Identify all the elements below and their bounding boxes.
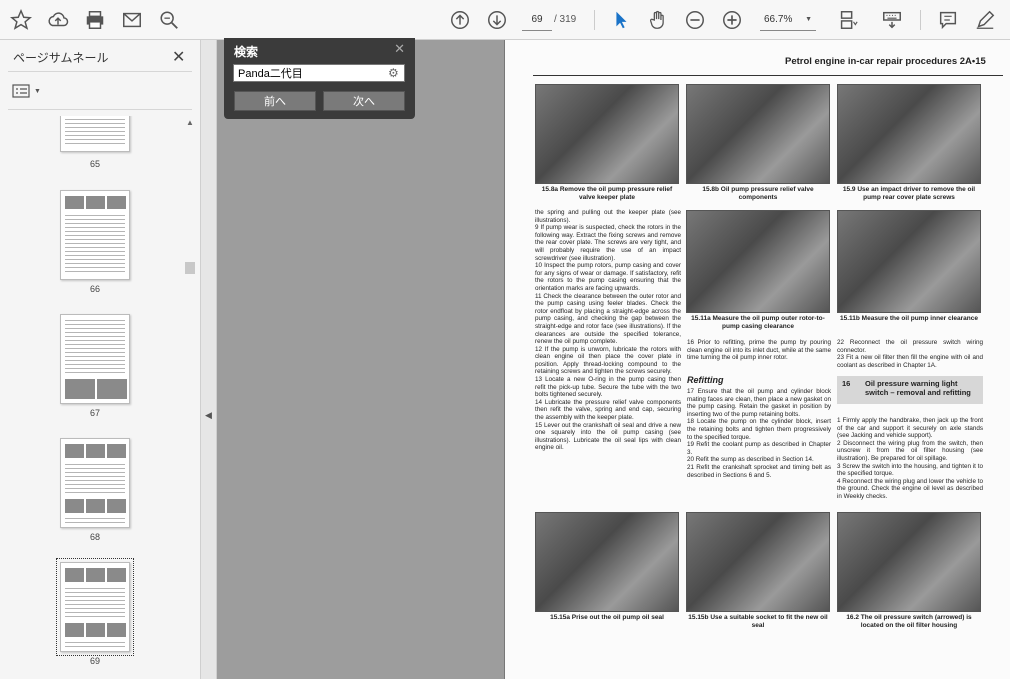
- thumbnail-options-button[interactable]: ▼: [12, 84, 41, 98]
- thumbnail-label: 67: [89, 408, 100, 418]
- thumbnail-label: 69: [89, 656, 100, 666]
- find-panel: 検索 ✕ ⚙ 前へ 次へ: [224, 38, 415, 119]
- photo-caption: 15.8a Remove the oil pump pressure relie…: [541, 186, 673, 201]
- photo-15-8b: [686, 84, 830, 184]
- chevron-down-icon: ▼: [805, 16, 812, 23]
- thumbnail-page-67[interactable]: [60, 314, 130, 404]
- scrollbar-thumb[interactable]: [185, 262, 195, 274]
- collapse-panel-icon[interactable]: ◀: [205, 410, 212, 421]
- document-page: Petrol engine in-car repair procedures 2…: [504, 40, 1010, 679]
- photo-caption: 15.11a Measure the oil pump outer rotor-…: [691, 315, 825, 330]
- scroll-up-icon[interactable]: ▲: [186, 118, 194, 127]
- list-options-icon: [12, 84, 30, 98]
- photo-15-15b: [686, 512, 830, 612]
- thumbnail-panel: ページサムネール ✕ ▼ 65 66 67 68 69 ▲: [0, 40, 201, 679]
- thumbnail-page-69[interactable]: [56, 558, 134, 656]
- section-title: Oil pressure warning light switch – remo…: [865, 379, 971, 397]
- body-text-column-2b: 17 Ensure that the oil pump and cylinder…: [687, 388, 831, 479]
- photo-caption: 15.15b Use a suitable socket to fit the …: [688, 614, 828, 629]
- chevron-down-icon: ▼: [34, 87, 41, 95]
- header-rule: [533, 75, 1003, 76]
- section-number: 16: [842, 379, 851, 388]
- upload-cloud-icon[interactable]: [44, 6, 72, 34]
- page-display-icon[interactable]: [834, 6, 862, 34]
- photo-15-11b: [837, 210, 981, 313]
- select-cursor-icon[interactable]: [607, 6, 635, 34]
- body-text-column-3a: 22 Reconnect the oil pressure switch wir…: [837, 339, 983, 369]
- thumbnail-list: 65 66 67 68 69: [8, 116, 184, 679]
- photo-caption: 15.11b Measure the oil pump inner cleara…: [840, 315, 978, 322]
- zoom-in-icon[interactable]: [718, 6, 746, 34]
- page-number-input[interactable]: [522, 9, 552, 31]
- next-page-icon[interactable]: [483, 6, 511, 34]
- thumbnail-label: 65: [89, 159, 100, 169]
- zoom-out-icon[interactable]: [681, 6, 709, 34]
- refitting-heading: Refitting: [687, 375, 724, 385]
- page-total: / 319: [554, 14, 577, 25]
- thumbnail-page-66[interactable]: [60, 190, 130, 280]
- search-input[interactable]: [233, 64, 405, 82]
- body-text-column-3b: 1 Firmly apply the handbrake, then jack …: [837, 417, 983, 500]
- photo-caption: 15.15a Prise out the oil pump oil seal: [550, 614, 664, 621]
- thumbnail-page-68[interactable]: [60, 438, 130, 528]
- toolbar-divider: [920, 10, 921, 30]
- body-text-column-1: the spring and pulling out the keeper pl…: [535, 209, 681, 452]
- thumbnail-label: 68: [89, 532, 100, 542]
- photo-caption: 16.2 The oil pressure switch (arrowed) i…: [846, 614, 972, 629]
- previous-page-icon[interactable]: [446, 6, 474, 34]
- photo-16-2: [837, 512, 981, 612]
- comment-icon[interactable]: [934, 6, 962, 34]
- divider: [8, 109, 192, 110]
- photo-15-11a: [686, 210, 830, 313]
- keyboard-icon[interactable]: [878, 6, 906, 34]
- previous-result-button[interactable]: 前へ: [234, 91, 316, 111]
- photo-15-8a: [535, 84, 679, 184]
- divider: [8, 71, 192, 72]
- close-icon[interactable]: ✕: [172, 47, 185, 67]
- find-title: 検索: [234, 45, 259, 59]
- body-text-column-2a: 16 Prior to refitting, prime the pump by…: [687, 339, 831, 362]
- gear-icon[interactable]: ⚙: [388, 66, 399, 80]
- close-icon[interactable]: ✕: [394, 41, 405, 57]
- email-icon[interactable]: [118, 6, 146, 34]
- panel-splitter[interactable]: ◀: [201, 40, 217, 679]
- panel-title: ページサムネール: [13, 51, 109, 65]
- thumbnail-scrollbar[interactable]: ▲: [184, 116, 196, 679]
- next-result-button[interactable]: 次へ: [323, 91, 405, 111]
- toolbar-divider: [594, 10, 595, 30]
- photo-caption: 15.9 Use an impact driver to remove the …: [842, 186, 976, 201]
- pen-sign-icon[interactable]: [971, 6, 999, 34]
- find-zoom-icon[interactable]: [155, 6, 183, 34]
- print-icon[interactable]: [81, 6, 109, 34]
- photo-15-15a: [535, 512, 679, 612]
- page-header: Petrol engine in-car repair procedures 2…: [785, 56, 986, 67]
- thumbnail-page-65[interactable]: [60, 116, 130, 152]
- main-toolbar: / 319 66.7% ▼: [0, 0, 1010, 40]
- zoom-level-select[interactable]: 66.7% ▼: [760, 9, 816, 31]
- section-heading-box: 16 Oil pressure warning light switch – r…: [837, 376, 983, 404]
- thumbnail-label: 66: [89, 284, 100, 294]
- hand-tool-icon[interactable]: [644, 6, 672, 34]
- zoom-level-value: 66.7%: [764, 14, 793, 25]
- photo-caption: 15.8b Oil pump pressure relief valve com…: [702, 186, 814, 201]
- bookmark-star-icon[interactable]: [7, 6, 35, 34]
- photo-15-9: [837, 84, 981, 184]
